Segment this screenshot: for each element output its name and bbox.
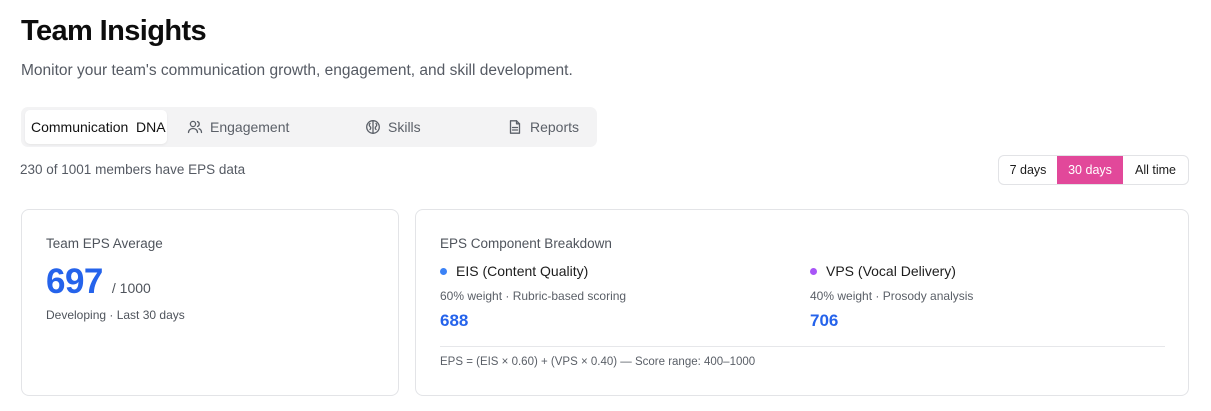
vps-title: VPS (Vocal Delivery) (826, 263, 956, 279)
eis-title: EIS (Content Quality) (456, 263, 589, 279)
brain-icon (365, 119, 381, 135)
card-title: EPS Component Breakdown (440, 236, 612, 251)
tab-engagement[interactable]: Engagement (167, 110, 327, 144)
card-title: Team EPS Average (46, 236, 163, 251)
time-range-selector: 7 days 30 days All time (998, 155, 1189, 185)
vps-weight: 40% weight · Prosody analysis (810, 289, 974, 303)
eis-dot-icon (440, 267, 447, 275)
eis-component: EIS (Content Quality) 60% weight · Rubri… (440, 263, 626, 331)
team-eps-average-card: Team EPS Average 697 / 1000 Developing ·… (21, 209, 399, 396)
document-icon (507, 119, 523, 135)
tab-label: Engagement (210, 119, 290, 135)
eps-average-status: Developing · Last 30 days (46, 308, 185, 322)
vps-component: VPS (Vocal Delivery) 40% weight · Prosod… (810, 263, 973, 331)
tab-bar: Communication DNA Engagement Skills Repo… (21, 107, 597, 147)
vps-score: 706 (810, 311, 839, 330)
tab-reports[interactable]: Reports (463, 110, 593, 144)
eps-average-value: 697 (46, 262, 103, 301)
members-count-note: 230 of 1001 members have EPS data (20, 162, 246, 177)
eps-formula: EPS = (EIS × 0.60) + (VPS × 0.40) — Scor… (440, 356, 756, 368)
eis-header: EIS (Content Quality) (440, 263, 626, 279)
divider (440, 346, 1165, 347)
vps-header: VPS (Vocal Delivery) (810, 263, 973, 279)
users-icon (187, 119, 203, 135)
eps-average-max: / 1000 (111, 280, 151, 296)
tab-label: Reports (530, 119, 580, 135)
eis-score: 688 (440, 311, 469, 330)
tab-label: Skills (388, 119, 421, 135)
range-30-days-button[interactable]: 30 days (1057, 156, 1123, 184)
eps-breakdown-card: EPS Component Breakdown EIS (Content Qua… (415, 209, 1189, 396)
tab-label: Communication DNA (31, 119, 166, 135)
page-title: Team Insights (21, 15, 207, 47)
eps-average-row: 697 / 1000 (46, 262, 151, 302)
range-all-time-button[interactable]: All time (1123, 156, 1188, 184)
eis-weight: 60% weight · Rubric-based scoring (440, 289, 627, 303)
range-7-days-button[interactable]: 7 days (999, 156, 1057, 184)
tab-communication-dna[interactable]: Communication DNA (25, 110, 167, 144)
vps-dot-icon (810, 267, 817, 275)
tab-skills[interactable]: Skills (327, 110, 463, 144)
page-subtitle: Monitor your team's communication growth… (21, 62, 573, 79)
